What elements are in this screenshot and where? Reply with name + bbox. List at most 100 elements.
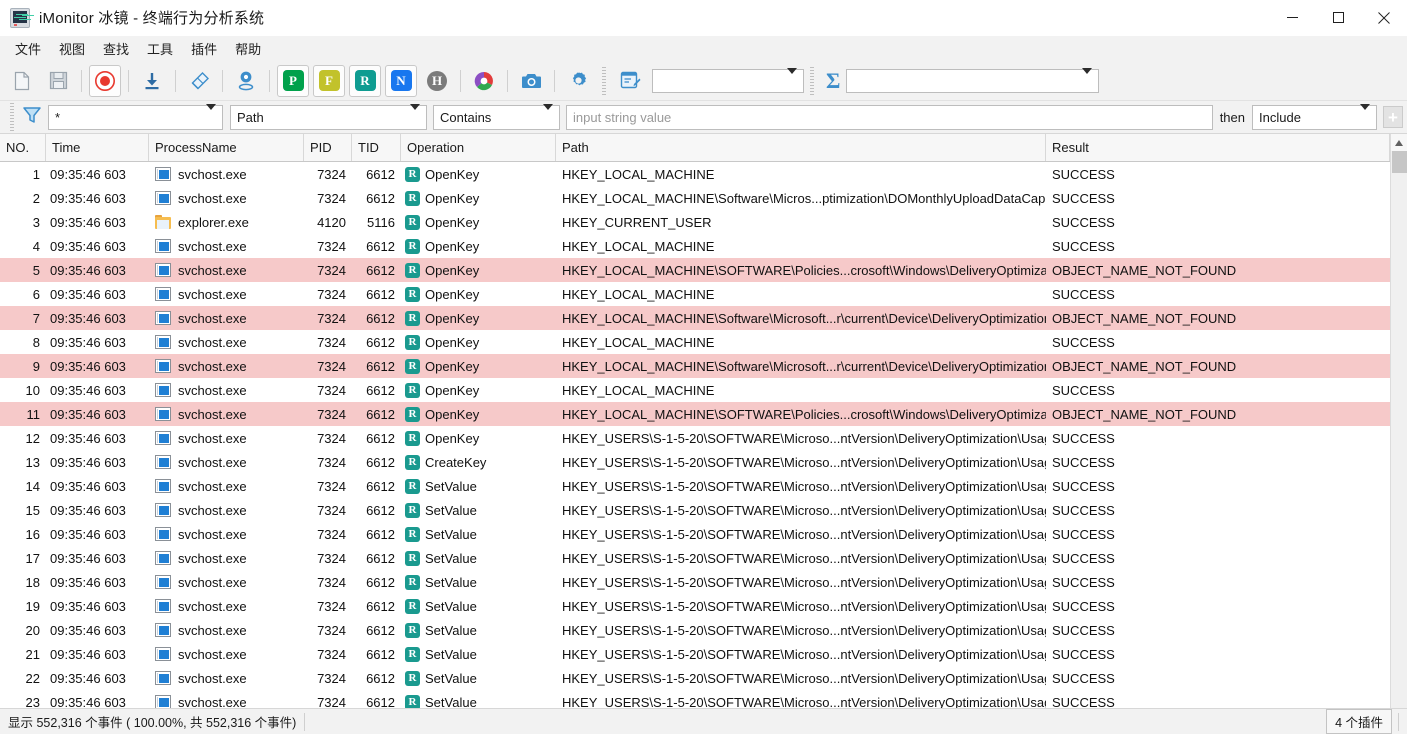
table-row[interactable]: 10 09:35:46 603 svchost.exe 7324 6612 R OpenKe… bbox=[0, 378, 1390, 402]
note-combo[interactable] bbox=[652, 67, 804, 93]
scroll-up-arrow[interactable] bbox=[1390, 134, 1407, 151]
chevron-down-icon bbox=[1082, 67, 1093, 88]
network-filter-icon[interactable]: N bbox=[385, 64, 417, 97]
table-row[interactable]: 5 09:35:46 603 svchost.exe 7324 6612 R OpenKey… bbox=[0, 258, 1390, 282]
menu-help[interactable]: 帮助 bbox=[226, 36, 270, 61]
cell-operation: R OpenKey bbox=[401, 426, 556, 450]
table-row[interactable]: 6 09:35:46 603 svchost.exe 7324 6612 R OpenKey… bbox=[0, 282, 1390, 306]
filter-column-combo[interactable]: * bbox=[48, 103, 223, 130]
color-wheel-icon[interactable] bbox=[468, 65, 500, 97]
column-header-tid[interactable]: TID bbox=[352, 134, 401, 161]
table-row[interactable]: 9 09:35:46 603 svchost.exe 7324 6612 R OpenKey… bbox=[0, 354, 1390, 378]
table-row[interactable]: 22 09:35:46 603 svchost.exe 7324 6612 R SetVal… bbox=[0, 666, 1390, 690]
menu-view[interactable]: 视图 bbox=[50, 36, 94, 61]
column-header-time[interactable]: Time bbox=[46, 134, 149, 161]
operation-label: SetValue bbox=[425, 598, 477, 614]
operation-label: CreateKey bbox=[425, 454, 487, 470]
sigma-icon[interactable]: Σ bbox=[820, 69, 846, 92]
eraser-icon[interactable] bbox=[183, 65, 215, 97]
menu-tools[interactable]: 工具 bbox=[138, 36, 182, 61]
cell-process-name: svchost.exe bbox=[149, 282, 304, 306]
vertical-scrollbar[interactable] bbox=[1390, 134, 1407, 708]
add-filter-button[interactable]: + bbox=[1383, 106, 1403, 128]
table-row[interactable]: 20 09:35:46 603 svchost.exe 7324 6612 R SetVal… bbox=[0, 618, 1390, 642]
cell-tid: 6612 bbox=[366, 406, 395, 422]
window-icon bbox=[155, 311, 171, 325]
filterbar-grip[interactable] bbox=[10, 103, 14, 131]
filter-action-combo[interactable]: Include bbox=[1252, 103, 1377, 130]
toolbar-grip[interactable] bbox=[810, 66, 814, 95]
table-row[interactable]: 17 09:35:46 603 svchost.exe 7324 6612 R SetVal… bbox=[0, 546, 1390, 570]
file-filter-icon[interactable]: F bbox=[313, 64, 345, 97]
column-header-result[interactable]: Result bbox=[1046, 134, 1390, 161]
filter-field-combo[interactable]: Path bbox=[230, 103, 427, 130]
cell-result: OBJECT_NAME_NOT_FOUND bbox=[1052, 310, 1237, 326]
cell-result: SUCCESS bbox=[1052, 238, 1115, 254]
table-body: 1 09:35:46 603 svchost.exe 7324 6612 R OpenKey… bbox=[0, 162, 1390, 708]
minimize-button[interactable] bbox=[1269, 0, 1315, 36]
process-filter-icon[interactable]: P bbox=[277, 64, 309, 97]
table-row[interactable]: 4 09:35:46 603 svchost.exe 7324 6612 R OpenKey… bbox=[0, 234, 1390, 258]
table-row[interactable]: 15 09:35:46 603 svchost.exe 7324 6612 R SetVal… bbox=[0, 498, 1390, 522]
new-icon[interactable] bbox=[6, 65, 38, 97]
save-icon[interactable] bbox=[42, 65, 74, 97]
filter-condition-combo[interactable]: Contains bbox=[433, 103, 560, 130]
table-row[interactable]: 18 09:35:46 603 svchost.exe 7324 6612 R SetVal… bbox=[0, 570, 1390, 594]
cell-time: 09:35:46 603 bbox=[50, 382, 126, 398]
table-row[interactable]: 3 09:35:46 603 explorer.exe 4120 5116 R OpenKe… bbox=[0, 210, 1390, 234]
cell-path: HKEY_USERS\S-1-5-20\SOFTWARE\Microso...n… bbox=[562, 526, 1046, 542]
close-button[interactable] bbox=[1361, 0, 1407, 36]
menu-plugins[interactable]: 插件 bbox=[182, 36, 226, 61]
window-icon bbox=[155, 191, 171, 205]
table-row[interactable]: 12 09:35:46 603 svchost.exe 7324 6612 R OpenKe… bbox=[0, 426, 1390, 450]
table-row[interactable]: 8 09:35:46 603 svchost.exe 7324 6612 R OpenKey… bbox=[0, 330, 1390, 354]
operation-label: SetValue bbox=[425, 526, 477, 542]
edit-note-icon[interactable] bbox=[614, 65, 646, 97]
column-header-operation[interactable]: Operation bbox=[401, 134, 556, 161]
window-icon bbox=[155, 407, 171, 421]
table-row[interactable]: 7 09:35:46 603 svchost.exe 7324 6612 R OpenKey… bbox=[0, 306, 1390, 330]
cell-tid: 6612 bbox=[366, 598, 395, 614]
column-header-pid[interactable]: PID bbox=[304, 134, 352, 161]
cell-path: HKEY_LOCAL_MACHINE\Software\Microsoft...… bbox=[562, 358, 1046, 374]
registry-filter-icon[interactable]: R bbox=[349, 64, 381, 97]
table-row[interactable]: 2 09:35:46 603 svchost.exe 7324 6612 R OpenKey… bbox=[0, 186, 1390, 210]
menu-find[interactable]: 查找 bbox=[94, 36, 138, 61]
menu-file[interactable]: 文件 bbox=[6, 36, 50, 61]
table-row[interactable]: 16 09:35:46 603 svchost.exe 7324 6612 R SetVal… bbox=[0, 522, 1390, 546]
plugin-count-status[interactable]: 4 个插件 bbox=[1326, 709, 1392, 734]
column-header-path[interactable]: Path bbox=[556, 134, 1046, 161]
scrollbar-thumb[interactable] bbox=[1391, 151, 1407, 173]
pin-icon[interactable] bbox=[230, 65, 262, 97]
sigma-combo[interactable] bbox=[846, 67, 1100, 93]
hook-filter-icon[interactable]: H bbox=[421, 65, 453, 97]
filter-action-value: Include bbox=[1259, 109, 1301, 125]
table-row[interactable]: 13 09:35:46 603 svchost.exe 7324 6612 R Create… bbox=[0, 450, 1390, 474]
table-row[interactable]: 19 09:35:46 603 svchost.exe 7324 6612 R SetVal… bbox=[0, 594, 1390, 618]
scrollbar-track[interactable] bbox=[1390, 151, 1407, 708]
filter-value-placeholder: input string value bbox=[573, 109, 672, 125]
column-header-process[interactable]: ProcessName bbox=[149, 134, 304, 161]
gear-icon[interactable] bbox=[562, 65, 594, 97]
cell-path: HKEY_USERS\S-1-5-20\SOFTWARE\Microso...n… bbox=[562, 694, 1046, 709]
window-icon bbox=[155, 479, 171, 493]
cell-pid: 7324 bbox=[317, 598, 346, 614]
table-row[interactable]: 1 09:35:46 603 svchost.exe 7324 6612 R OpenKey… bbox=[0, 162, 1390, 186]
column-header-no[interactable]: NO. bbox=[0, 134, 46, 161]
funnel-icon[interactable] bbox=[20, 105, 48, 130]
maximize-button[interactable] bbox=[1315, 0, 1361, 36]
download-icon[interactable] bbox=[136, 65, 168, 97]
process-name-label: svchost.exe bbox=[178, 646, 247, 662]
table-row[interactable]: 21 09:35:46 603 svchost.exe 7324 6612 R SetVal… bbox=[0, 642, 1390, 666]
record-icon[interactable] bbox=[89, 64, 121, 97]
camera-icon[interactable] bbox=[515, 65, 547, 97]
toolbar-grip[interactable] bbox=[602, 66, 606, 95]
toolbar-separator bbox=[554, 69, 555, 92]
table-row[interactable]: 11 09:35:46 603 svchost.exe 7324 6612 R OpenKe… bbox=[0, 402, 1390, 426]
table-row[interactable]: 14 09:35:46 603 svchost.exe 7324 6612 R SetVal… bbox=[0, 474, 1390, 498]
filter-value-input[interactable]: input string value bbox=[566, 104, 1213, 130]
cell-tid: 6612 bbox=[366, 550, 395, 566]
cell-no: 7 bbox=[32, 310, 40, 326]
cell-pid: 7324 bbox=[317, 334, 346, 350]
table-row[interactable]: 23 09:35:46 603 svchost.exe 7324 6612 R SetVal… bbox=[0, 690, 1390, 708]
